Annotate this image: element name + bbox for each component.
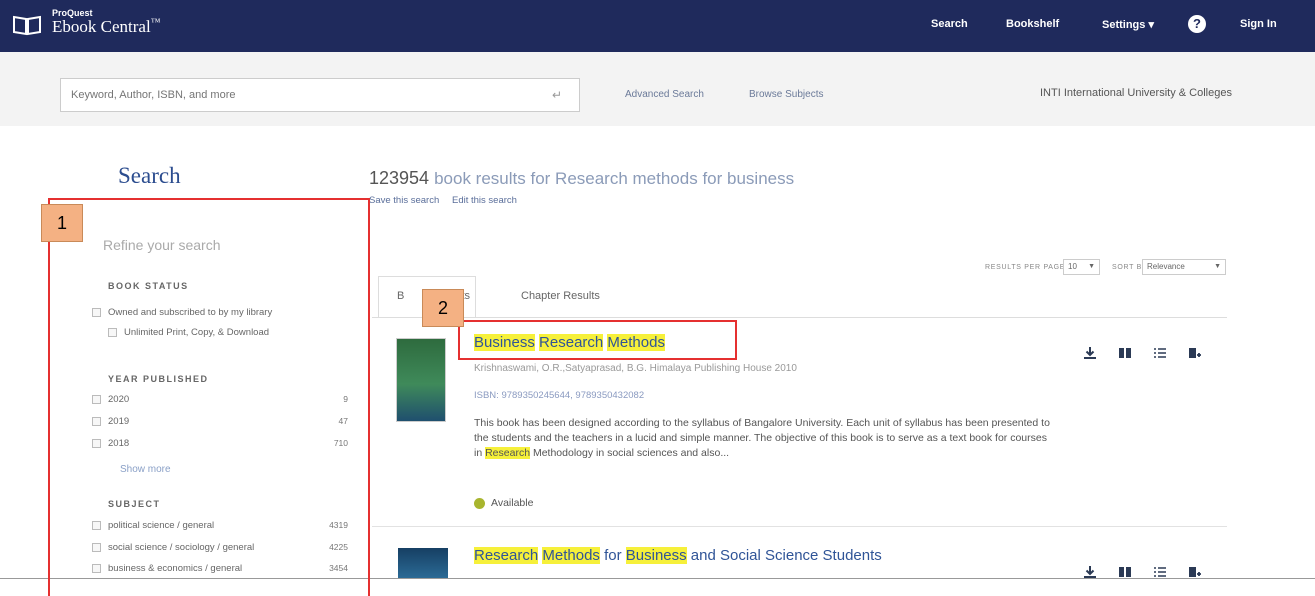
advanced-search-link[interactable]: Advanced Search bbox=[625, 89, 704, 100]
result-authors: Krishnaswami, O.R.,Satyaprasad, B.G. Him… bbox=[474, 363, 797, 374]
result-isbn: ISBN: 9789350245644, 9789350432082 bbox=[474, 390, 645, 401]
download-icon[interactable] bbox=[1083, 346, 1097, 360]
result-divider bbox=[372, 526, 1227, 527]
nav-sign-in[interactable]: Sign In bbox=[1240, 18, 1277, 30]
brand-name-text: Ebook Central bbox=[52, 17, 151, 36]
brand-name[interactable]: Ebook Central™ bbox=[52, 17, 160, 37]
results-per-page-value: 10 bbox=[1068, 262, 1077, 271]
brand-tm: ™ bbox=[150, 17, 161, 28]
add-to-bookshelf-icon[interactable] bbox=[1188, 346, 1202, 360]
results-count: 123954 bbox=[369, 168, 430, 188]
annotation-badge-2: 2 bbox=[422, 289, 464, 327]
annotation-box-2 bbox=[458, 320, 737, 360]
read-online-icon[interactable] bbox=[1118, 346, 1132, 360]
browse-subjects-link[interactable]: Browse Subjects bbox=[749, 89, 823, 100]
results-summary-text: book results for Research methods for bu… bbox=[434, 169, 795, 188]
enter-icon[interactable]: ↵ bbox=[552, 88, 562, 102]
book-cover[interactable] bbox=[396, 338, 446, 422]
sidebar-title: Search bbox=[118, 163, 181, 188]
results-per-page-label: RESULTS PER PAGE bbox=[985, 264, 1066, 271]
sort-by-value: Relevance bbox=[1147, 262, 1185, 271]
tab-divider bbox=[372, 317, 1227, 318]
title-text: for bbox=[599, 547, 626, 564]
tab-book-results-label-start: B bbox=[397, 290, 405, 302]
tab-chapter-results[interactable]: Chapter Results bbox=[521, 290, 600, 302]
availability-status: Available bbox=[474, 497, 533, 509]
available-dot-icon bbox=[474, 497, 485, 509]
nav-search[interactable]: Search bbox=[931, 18, 968, 30]
annotation-box-1 bbox=[48, 198, 370, 596]
add-to-bookshelf-icon[interactable] bbox=[1188, 565, 1202, 579]
results-summary: 123954 book results for Research methods… bbox=[369, 168, 794, 189]
read-online-icon[interactable] bbox=[1118, 565, 1132, 579]
top-nav-bar: ProQuest Ebook Central™ Search Bookshelf… bbox=[0, 0, 1315, 52]
nav-settings[interactable]: Settings ▾ bbox=[1102, 18, 1154, 31]
results-per-page-select[interactable]: 10 ▼ bbox=[1063, 259, 1100, 275]
search-input[interactable] bbox=[60, 78, 580, 112]
availability-label: Available bbox=[491, 497, 534, 509]
chevron-down-icon: ▼ bbox=[1088, 263, 1095, 270]
search-band: ↵ Advanced Search Browse Subjects INTI I… bbox=[0, 52, 1315, 126]
sort-by-select[interactable]: Relevance ▼ bbox=[1142, 259, 1226, 275]
toc-icon[interactable] bbox=[1153, 346, 1167, 360]
result-title[interactable]: Research Methods for Business and Social… bbox=[474, 547, 882, 564]
save-search-link[interactable]: Save this search bbox=[369, 195, 439, 206]
nav-bookshelf[interactable]: Bookshelf bbox=[1006, 18, 1059, 30]
title-text: and Social Science Students bbox=[686, 547, 882, 564]
toc-icon[interactable] bbox=[1153, 565, 1167, 579]
title-highlight: Methods bbox=[542, 547, 600, 564]
title-highlight: Research bbox=[474, 547, 539, 564]
book-logo-icon[interactable] bbox=[12, 14, 42, 36]
desc-highlight: Research bbox=[485, 447, 531, 459]
institution-name: INTI International University & Colleges bbox=[1040, 87, 1232, 99]
help-icon[interactable]: ? bbox=[1188, 15, 1206, 33]
desc-text: Methodology in social sciences and also.… bbox=[530, 447, 730, 459]
title-highlight: Business bbox=[625, 547, 687, 564]
result-description: This book has been designed according to… bbox=[474, 416, 1054, 461]
download-icon[interactable] bbox=[1083, 565, 1097, 579]
book-cover[interactable] bbox=[398, 548, 448, 578]
chevron-down-icon: ▼ bbox=[1214, 263, 1221, 270]
annotation-badge-1: 1 bbox=[41, 204, 83, 242]
edit-search-link[interactable]: Edit this search bbox=[452, 195, 517, 206]
